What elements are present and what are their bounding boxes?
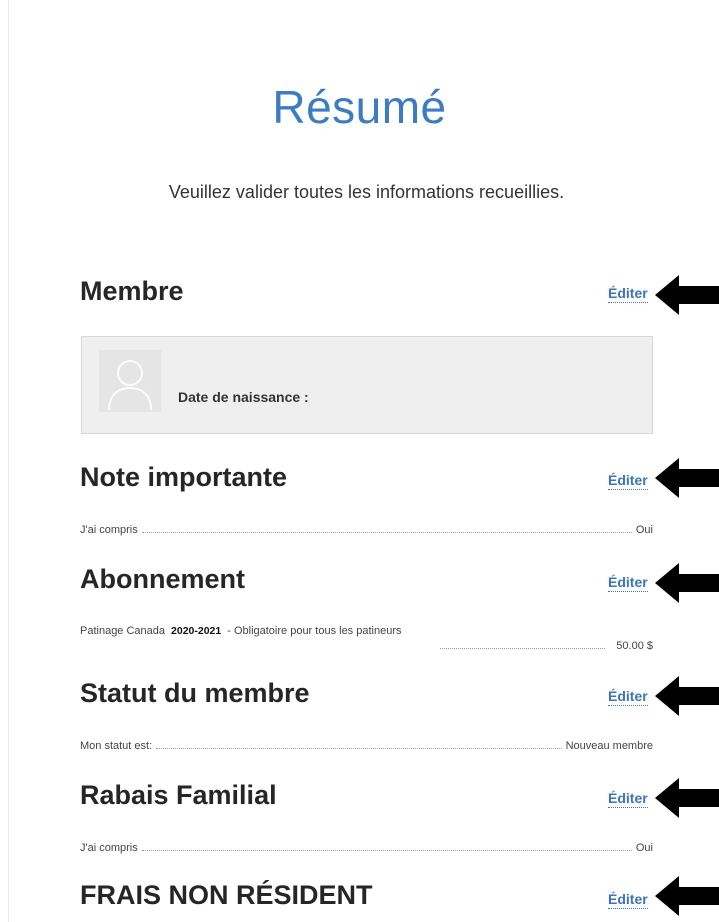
section-heading-frais: FRAIS NON RÉSIDENT (80, 880, 373, 910)
arrow-left-icon (655, 778, 719, 818)
member-card: Date de naissance : (81, 336, 653, 434)
edit-rabais-button[interactable]: Éditer (608, 790, 648, 808)
section-heading-membre: Membre (80, 276, 184, 306)
arrow-left-icon (655, 676, 719, 716)
dotted-leader (141, 850, 632, 851)
abonnement-item-name: Patinage Canada (80, 625, 166, 637)
edit-abonnement-button[interactable]: Éditer (608, 574, 648, 592)
edit-membre-button[interactable]: Éditer (608, 285, 648, 303)
note-value: Oui (635, 524, 653, 536)
rabais-label: J'ai compris (80, 842, 138, 854)
abonnement-season: 2020-2021 (171, 625, 222, 637)
section-heading-statut: Statut du membre (80, 678, 310, 708)
birthdate-label: Date de naissance : (178, 389, 309, 405)
rabais-value: Oui (635, 842, 653, 854)
statut-value: Nouveau membre (565, 740, 653, 752)
note-row: J'ai compris Oui (80, 524, 653, 536)
arrow-left-icon (655, 563, 719, 603)
page-title: Résumé (272, 81, 447, 133)
section-heading-note: Note importante (80, 462, 288, 492)
arrow-left-icon (655, 275, 719, 315)
dotted-leader (156, 748, 562, 749)
arrow-left-icon (655, 876, 719, 916)
abonnement-description: Patinage Canada 2020-2021 - Obligatoire po… (80, 626, 420, 637)
edit-note-button[interactable]: Éditer (608, 472, 648, 490)
section-heading-abonnement: Abonnement (80, 564, 245, 594)
arrow-left-icon (655, 458, 719, 498)
user-placeholder-icon (99, 350, 161, 412)
abonnement-item-desc: - Obligatoire pour tous les patineurs (227, 625, 402, 637)
page-subtitle: Veuillez valider toutes les informations… (168, 182, 565, 202)
statut-row: Mon statut est: Nouveau membre (80, 740, 653, 752)
rabais-row: J'ai compris Oui (80, 842, 653, 854)
edit-frais-button[interactable]: Éditer (608, 891, 648, 909)
abonnement-row: Patinage Canada 2020-2021 - Obligatoire po… (80, 624, 653, 654)
dotted-leader (141, 532, 632, 533)
frame-edge (8, 0, 9, 922)
section-heading-rabais: Rabais Familial (80, 780, 277, 810)
abonnement-price: 50.00 $ (616, 640, 653, 652)
note-label: J'ai compris (80, 524, 138, 536)
dotted-leader (440, 648, 605, 649)
statut-label: Mon statut est: (80, 740, 153, 752)
edit-statut-button[interactable]: Éditer (608, 688, 648, 706)
